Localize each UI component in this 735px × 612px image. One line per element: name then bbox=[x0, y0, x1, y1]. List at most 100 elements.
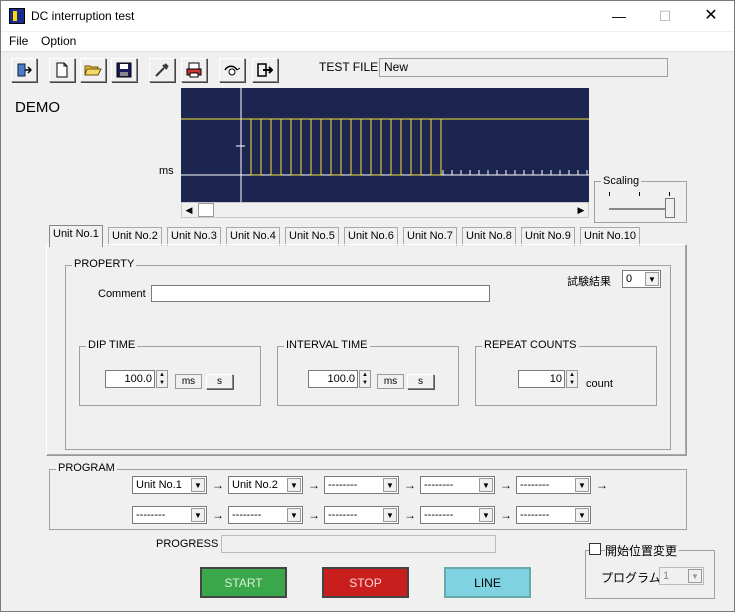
interval-time-spinner[interactable]: ▲ ▼ bbox=[359, 370, 371, 388]
close-button[interactable]: ✕ bbox=[688, 1, 734, 31]
repeat-counts-input[interactable]: 10 bbox=[518, 370, 565, 388]
result-select[interactable]: 0 ▼ bbox=[622, 270, 661, 288]
progress-bar bbox=[221, 535, 496, 553]
maximize-button[interactable]: ☐ bbox=[642, 1, 688, 31]
arrow-right-icon: → bbox=[596, 478, 608, 492]
program-position-label: プログラム bbox=[601, 571, 661, 585]
waveform-scrollbar[interactable]: ◀ ▶ bbox=[181, 202, 589, 218]
program-step-select[interactable]: -------- ▼ bbox=[516, 476, 591, 494]
save-button[interactable] bbox=[111, 58, 137, 82]
demo-label: DEMO bbox=[15, 99, 60, 116]
interval-time-input[interactable]: 100.0 bbox=[308, 370, 358, 388]
dip-time-spinner[interactable]: ▲ ▼ bbox=[156, 370, 168, 388]
repeat-counts-spinner[interactable]: ▲ ▼ bbox=[566, 370, 578, 388]
line-button[interactable]: LINE bbox=[444, 567, 531, 598]
title-bar: DC interruption test — ☐ ✕ bbox=[1, 1, 734, 31]
exit-button[interactable] bbox=[11, 58, 37, 82]
program-step-value: -------- bbox=[328, 509, 358, 521]
print-button[interactable] bbox=[181, 58, 207, 82]
app-window: DC interruption test — ☐ ✕ File Option T… bbox=[0, 0, 735, 612]
menu-bar: File Option bbox=[1, 32, 734, 52]
chevron-down-icon[interactable]: ▼ bbox=[479, 478, 493, 492]
program-step-select[interactable]: -------- ▼ bbox=[420, 506, 495, 524]
menu-file[interactable]: File bbox=[9, 34, 28, 48]
app-icon bbox=[9, 8, 25, 24]
scroll-thumb[interactable] bbox=[198, 203, 214, 217]
chevron-down-icon[interactable]: ▼ bbox=[575, 508, 589, 522]
dip-time-unit-s[interactable]: s bbox=[206, 374, 233, 389]
comment-input[interactable] bbox=[151, 285, 490, 302]
new-button[interactable] bbox=[49, 58, 75, 82]
dip-time-unit-ms[interactable]: ms bbox=[175, 374, 202, 389]
arrow-right-icon: → bbox=[500, 508, 512, 522]
menu-option[interactable]: Option bbox=[41, 34, 76, 48]
chevron-down-icon[interactable]: ▼ bbox=[383, 478, 397, 492]
program-position-select[interactable]: 1 ▼ bbox=[659, 567, 704, 585]
arrow-right-icon: → bbox=[308, 508, 320, 522]
chevron-down-icon[interactable]: ▼ bbox=[479, 508, 493, 522]
interval-time-unit-ms[interactable]: ms bbox=[377, 374, 404, 389]
program-position-value: 1 bbox=[663, 570, 670, 582]
result-value: 0 bbox=[626, 273, 633, 285]
chevron-down-icon[interactable]: ▼ bbox=[191, 508, 205, 522]
program-step-select[interactable]: -------- ▼ bbox=[516, 506, 591, 524]
repeat-counts-unit: count bbox=[586, 378, 613, 390]
scroll-left-icon[interactable]: ◀ bbox=[182, 204, 196, 216]
chevron-down-icon[interactable]: ▼ bbox=[287, 478, 301, 492]
logout-button[interactable] bbox=[252, 58, 278, 82]
program-step-select[interactable]: -------- ▼ bbox=[324, 506, 399, 524]
progress-label: PROGRESS bbox=[156, 538, 219, 550]
scaling-tick bbox=[669, 192, 670, 196]
program-step-select[interactable]: -------- ▼ bbox=[420, 476, 495, 494]
stop-button[interactable]: STOP bbox=[322, 567, 409, 598]
program-step-value: Unit No.2 bbox=[232, 479, 278, 491]
scope-unit-label: ms bbox=[159, 165, 174, 177]
start-button[interactable]: START bbox=[200, 567, 287, 598]
print-icon bbox=[186, 62, 202, 78]
logout-icon bbox=[257, 63, 274, 77]
program-step-value: -------- bbox=[520, 509, 550, 521]
arrow-right-icon: → bbox=[212, 508, 224, 522]
chevron-down-icon[interactable]: ▼ bbox=[191, 478, 205, 492]
start-position-checkbox[interactable] bbox=[589, 543, 601, 555]
program-step-select[interactable]: -------- ▼ bbox=[228, 506, 303, 524]
start-position-label: 開始位置変更 bbox=[605, 542, 680, 559]
result-label: 試験結果 bbox=[567, 276, 611, 288]
chevron-down-icon[interactable]: ▼ bbox=[287, 508, 301, 522]
scroll-right-icon[interactable]: ▶ bbox=[574, 204, 588, 216]
new-file-icon bbox=[56, 62, 68, 78]
program-step-select[interactable]: -------- ▼ bbox=[324, 476, 399, 494]
program-step-select[interactable]: Unit No.2 ▼ bbox=[228, 476, 303, 494]
tab-unit-1[interactable]: Unit No.1 bbox=[49, 225, 103, 247]
chevron-down-icon[interactable]: ▼ bbox=[575, 478, 589, 492]
program-step-select[interactable]: Unit No.1 ▼ bbox=[132, 476, 207, 494]
connect-button[interactable] bbox=[219, 58, 245, 82]
program-step-value: -------- bbox=[424, 479, 454, 491]
scaling-tick bbox=[609, 192, 610, 196]
tools-button[interactable] bbox=[149, 58, 175, 82]
scaling-label: Scaling bbox=[601, 175, 642, 187]
program-step-select[interactable]: -------- ▼ bbox=[132, 506, 207, 524]
chevron-down-icon[interactable]: ▼ bbox=[688, 569, 702, 583]
chevron-down-icon[interactable]: ▼ bbox=[645, 272, 659, 286]
interval-time-unit-s[interactable]: s bbox=[407, 374, 434, 389]
dip-time-input[interactable]: 100.0 bbox=[105, 370, 155, 388]
minimize-button[interactable]: — bbox=[596, 1, 642, 31]
arrow-right-icon: → bbox=[404, 508, 416, 522]
dip-pulse-trace bbox=[241, 118, 451, 176]
chevron-down-icon[interactable]: ▼ bbox=[383, 508, 397, 522]
scaling-slider[interactable] bbox=[665, 198, 675, 218]
program-step-value: -------- bbox=[520, 479, 550, 491]
program-legend: PROGRAM bbox=[56, 462, 117, 474]
open-button[interactable] bbox=[80, 58, 106, 82]
program-step-value: Unit No.1 bbox=[136, 479, 182, 491]
scaling-group: Scaling bbox=[594, 175, 687, 223]
property-legend: PROPERTY bbox=[72, 258, 137, 270]
program-step-value: -------- bbox=[232, 509, 262, 521]
connect-icon bbox=[224, 65, 241, 76]
scaling-tick bbox=[639, 192, 640, 196]
scaling-slider-track bbox=[609, 208, 671, 210]
arrow-right-icon: → bbox=[212, 478, 224, 492]
open-folder-icon bbox=[84, 65, 102, 76]
save-icon bbox=[116, 62, 132, 78]
